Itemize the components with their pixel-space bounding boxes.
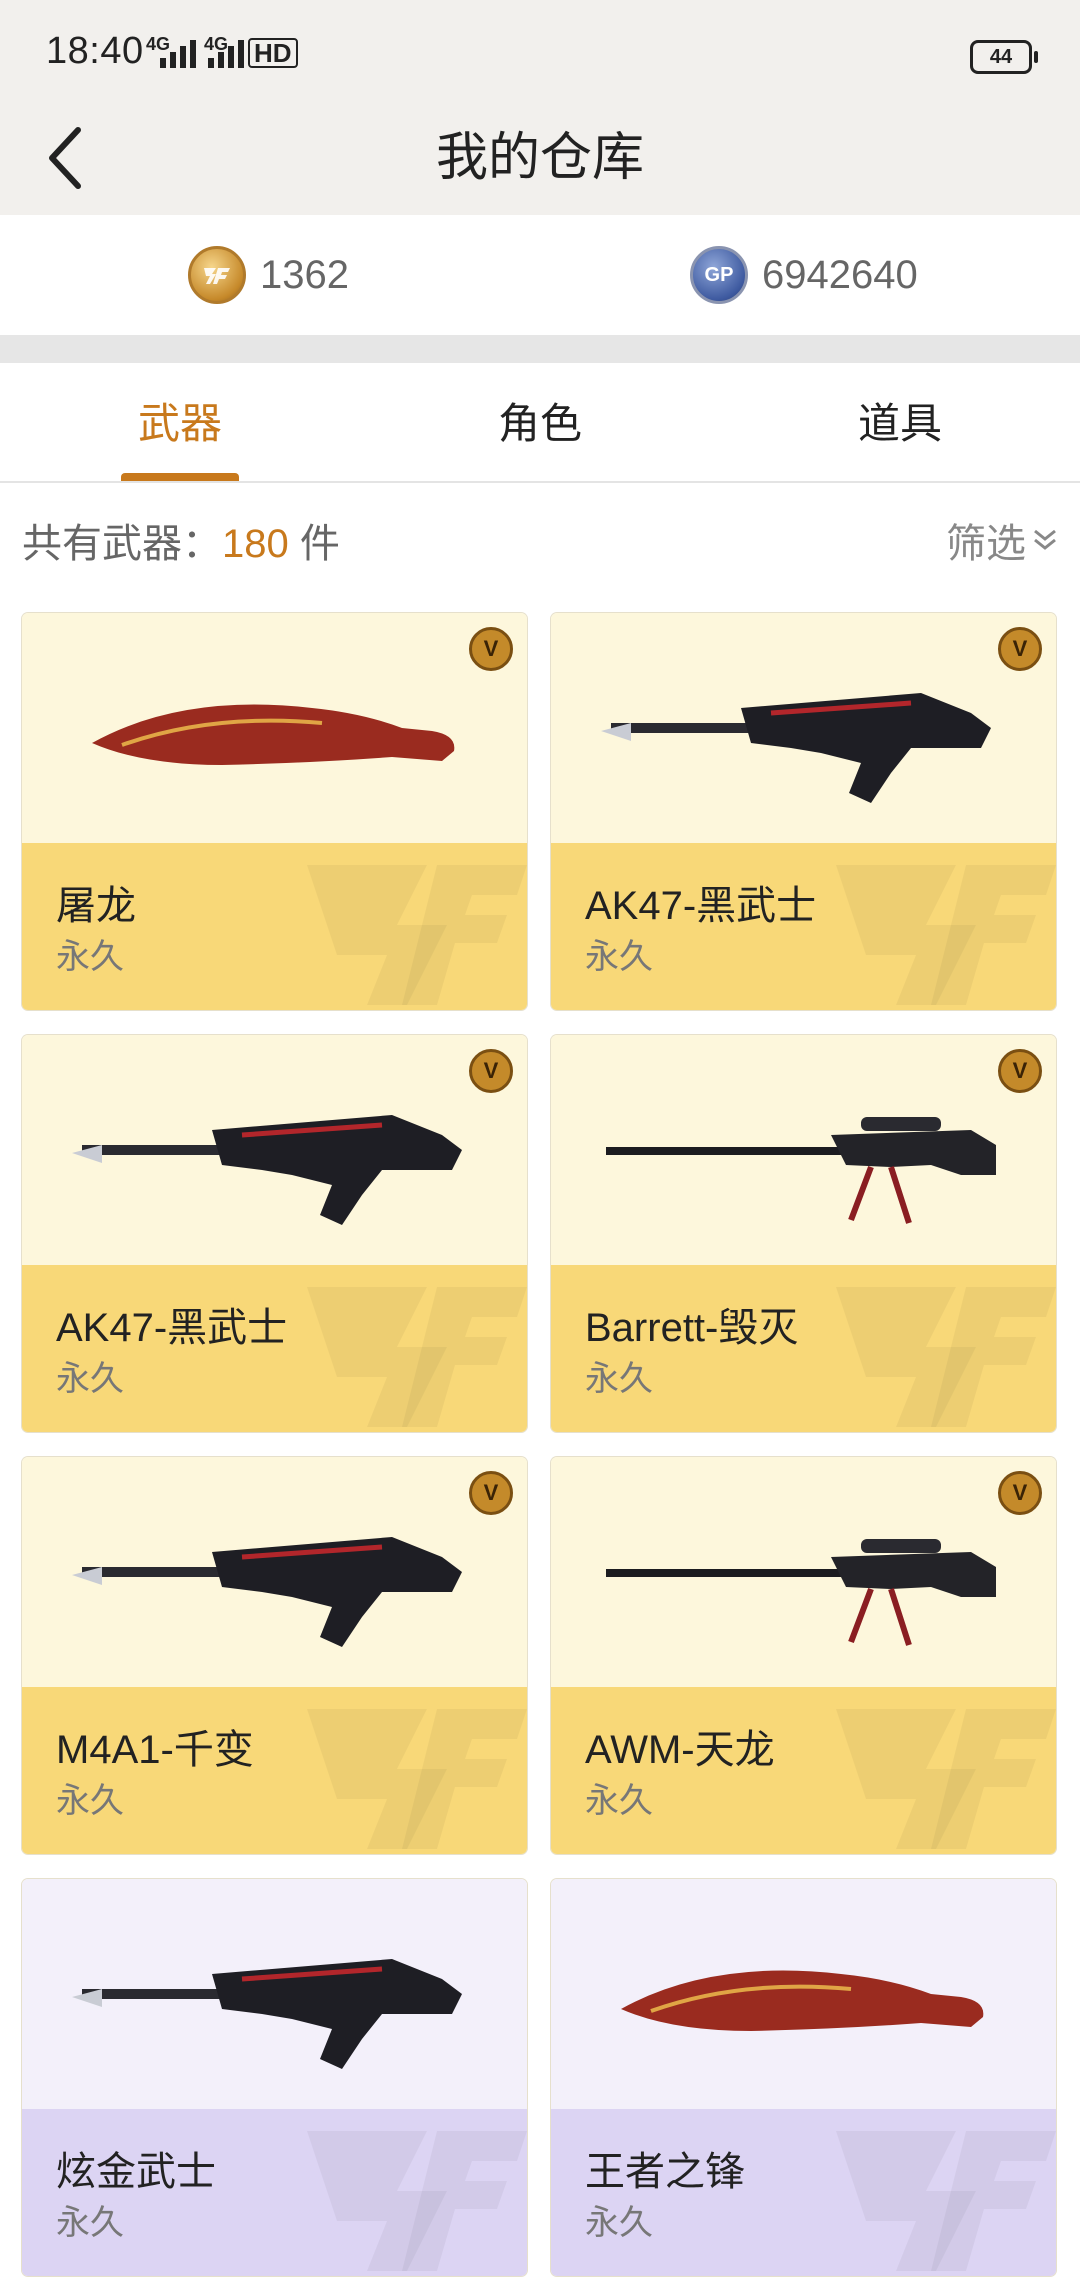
weapon-card-5[interactable]: V M4A1-千变 永久: [22, 1457, 527, 1854]
tab-characters[interactable]: 角色: [420, 363, 660, 481]
tab-bar: 武器 角色 道具: [0, 363, 1080, 483]
weapon-name: AK47-黑武士: [585, 884, 817, 928]
sniper-icon: [606, 1117, 996, 1224]
weapon-duration: 永久: [585, 1360, 653, 1398]
weapon-card-7[interactable]: 炫金武士 永久: [22, 1879, 527, 2276]
double-chevron-down-icon: [1034, 529, 1056, 550]
weapon-name: Barrett-毁灭: [585, 1306, 799, 1350]
weapon-duration: 永久: [585, 1782, 653, 1820]
rifle-icon: [601, 693, 991, 803]
cf-watermark-icon: [836, 865, 1056, 1005]
count-label: 共有武器：: [22, 522, 222, 566]
cf-watermark-icon: [307, 1709, 527, 1849]
weapon-image-area: [22, 1879, 527, 2109]
weapon-duration: 永久: [56, 1782, 124, 1820]
section-divider: [0, 335, 1080, 363]
weapon-info: Barrett-毁灭 永久: [551, 1265, 1056, 1432]
weapon-image-area: [551, 1879, 1056, 2109]
weapon-image-area: V: [22, 1457, 527, 1687]
vip-badge-icon: V: [469, 627, 513, 671]
page-title: 我的仓库: [435, 129, 644, 187]
vip-badge-icon: V: [998, 1471, 1042, 1515]
vip-badge-icon: V: [998, 627, 1042, 671]
vip-badge-icon: V: [998, 1049, 1042, 1093]
vip-badge-icon: V: [469, 1471, 513, 1515]
hd-icon: HD: [248, 38, 298, 68]
weapon-card-8[interactable]: 王者之锋 永久: [551, 1879, 1056, 2276]
weapon-info: 王者之锋 永久: [551, 2109, 1056, 2276]
weapon-image-area: V: [551, 1457, 1056, 1687]
knife-icon: [92, 704, 455, 765]
weapon-duration: 永久: [585, 938, 653, 976]
status-bar: 18:40 4G 4G HD 44: [0, 0, 1080, 110]
gp-value: 6942640: [762, 252, 918, 297]
weapon-card-6[interactable]: V AWM-天龙 永久: [551, 1457, 1056, 1854]
knife-icon: [621, 1970, 984, 2031]
weapon-name: AK47-黑武士: [56, 1306, 288, 1350]
rifle-icon: [72, 1537, 462, 1647]
weapon-image-area: V: [551, 613, 1056, 843]
list-header: 共有武器：180 件 筛选: [0, 483, 1080, 598]
cf-watermark-icon: [307, 865, 527, 1005]
filter-label: 筛选: [946, 522, 1026, 566]
cf-balance: 1362: [188, 243, 349, 307]
weapon-name: M4A1-千变: [56, 1728, 254, 1772]
filter-button[interactable]: 筛选: [946, 511, 1060, 569]
vip-badge-icon: V: [469, 1049, 513, 1093]
weapon-info: 屠龙 永久: [22, 843, 527, 1010]
cf-value: 1362: [260, 252, 349, 297]
weapon-card-1[interactable]: V 屠龙 永久: [22, 613, 527, 1010]
weapon-duration: 永久: [56, 2204, 124, 2242]
gp-balance: GP 6942640: [690, 243, 918, 307]
weapon-name: 屠龙: [56, 884, 136, 928]
weapon-card-2[interactable]: V AK47-黑武士 永久: [551, 613, 1056, 1010]
nav-bar: 我的仓库: [0, 110, 1080, 215]
gp-coin-icon: GP: [690, 246, 748, 304]
tab-weapons[interactable]: 武器: [60, 363, 300, 481]
currency-bar: 1362 GP 6942640: [0, 215, 1080, 335]
count-value: 180: [222, 522, 289, 566]
weapon-info: M4A1-千变 永久: [22, 1687, 527, 1854]
cf-watermark-icon: [836, 2131, 1056, 2271]
tab-indicator: [121, 473, 239, 481]
weapon-card-3[interactable]: V AK47-黑武士 永久: [22, 1035, 527, 1432]
rifle-icon: [72, 1959, 462, 2069]
cf-watermark-icon: [836, 1709, 1056, 1849]
cf-watermark-icon: [307, 2131, 527, 2271]
weapon-duration: 永久: [56, 1360, 124, 1398]
sniper-icon: [606, 1539, 996, 1646]
weapon-image-area: V: [551, 1035, 1056, 1265]
weapon-info: AK47-黑武士 永久: [551, 843, 1056, 1010]
weapon-duration: 永久: [56, 938, 124, 976]
weapon-card-4[interactable]: V Barrett-毁灭 永久: [551, 1035, 1056, 1432]
weapon-image-area: V: [22, 613, 527, 843]
signal-icon: [160, 38, 196, 68]
cf-coin-icon: [188, 246, 246, 304]
rifle-icon: [72, 1115, 462, 1225]
weapon-grid: V 屠龙 永久 V AK47-黑武士 永久 V AK47-黑武士 永久 V Ba…: [0, 598, 1080, 2280]
cf-watermark-icon: [836, 1287, 1056, 1427]
weapon-name: 王者之锋: [585, 2150, 745, 2194]
weapon-info: 炫金武士 永久: [22, 2109, 527, 2276]
weapon-name: AWM-天龙: [585, 1728, 775, 1772]
status-time: 18:40: [46, 30, 144, 72]
tab-items[interactable]: 道具: [780, 363, 1020, 481]
cf-watermark-icon: [307, 1287, 527, 1427]
weapon-info: AWM-天龙 永久: [551, 1687, 1056, 1854]
weapon-count: 共有武器：180 件: [22, 511, 340, 569]
weapon-info: AK47-黑武士 永久: [22, 1265, 527, 1432]
count-unit: 件: [299, 522, 340, 566]
battery-icon: 44: [970, 40, 1038, 74]
weapon-name: 炫金武士: [56, 2150, 216, 2194]
weapon-duration: 永久: [585, 2204, 653, 2242]
signal-icon-2: [208, 38, 244, 68]
weapon-image-area: V: [22, 1035, 527, 1265]
